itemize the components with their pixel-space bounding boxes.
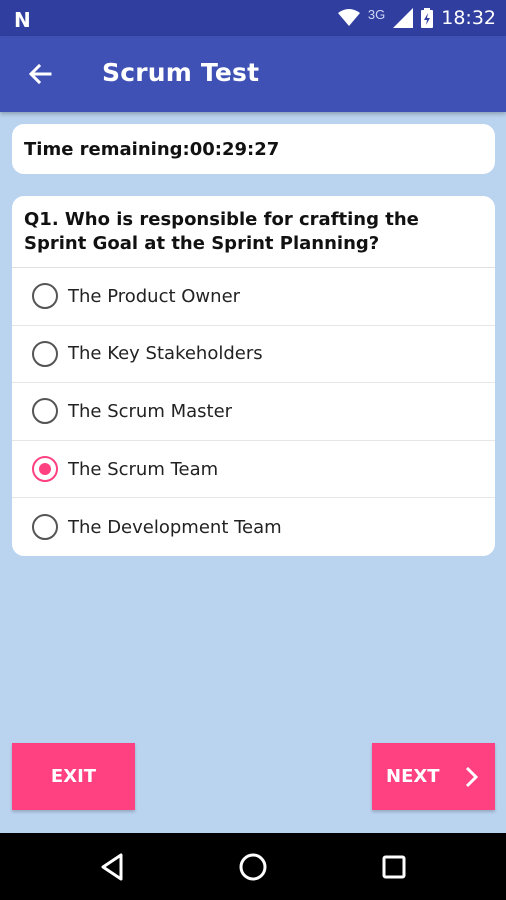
answer-option-label: The Development Team [68, 516, 282, 538]
answer-option[interactable]: The Product Owner [12, 268, 495, 326]
radio-unchecked-icon[interactable] [32, 283, 58, 310]
answer-option[interactable]: The Development Team [12, 498, 495, 556]
answer-option-label: The Key Stakeholders [68, 343, 263, 365]
notification-icon: N [14, 8, 31, 32]
page-title: Scrum Test [102, 58, 260, 87]
home-circle-icon[interactable] [237, 851, 269, 883]
answer-option-label: The Scrum Team [68, 458, 219, 480]
answer-option-label: The Scrum Master [68, 400, 233, 422]
exit-button[interactable]: EXIT [12, 743, 135, 810]
answer-option-label: The Product Owner [68, 285, 241, 307]
system-nav-bar [0, 833, 506, 900]
exit-button-label: EXIT [50, 766, 97, 787]
answer-option[interactable]: The Scrum Team [12, 441, 495, 499]
question-text: Q1. Who is responsible for crafting the … [12, 196, 495, 268]
options-list: The Product Owner The Key Stakeholders The… [12, 268, 495, 556]
battery-icon [421, 8, 434, 28]
time-remaining-text: Time remaining:00:29:27 [24, 138, 280, 160]
answer-option[interactable]: The Scrum Master [12, 383, 495, 441]
back-triangle-icon[interactable] [97, 851, 129, 883]
signal-icon [393, 8, 414, 28]
app-bar: Scrum Test [0, 36, 506, 112]
radio-unchecked-icon[interactable] [32, 398, 58, 425]
radio-unchecked-icon[interactable] [32, 514, 58, 541]
arrow-back-icon[interactable] [24, 58, 56, 90]
question-card: Q1. Who is responsible for crafting the … [12, 196, 495, 556]
radio-checked-icon[interactable] [32, 456, 58, 483]
recents-square-icon[interactable] [378, 851, 410, 883]
status-bar: N 3G 18:32 [0, 0, 506, 36]
timer-card: Time remaining:00:29:27 [12, 124, 495, 174]
chevron-right-icon [465, 766, 479, 788]
clock: 18:32 [441, 7, 496, 29]
next-button[interactable]: NEXT [372, 743, 495, 810]
wifi-icon [337, 9, 360, 26]
next-button-label: NEXT [386, 766, 440, 787]
answer-option[interactable]: The Key Stakeholders [12, 326, 495, 384]
radio-unchecked-icon[interactable] [32, 340, 58, 367]
status-icons: 3G 18:32 [337, 6, 496, 30]
network-label: 3G [367, 6, 386, 22]
